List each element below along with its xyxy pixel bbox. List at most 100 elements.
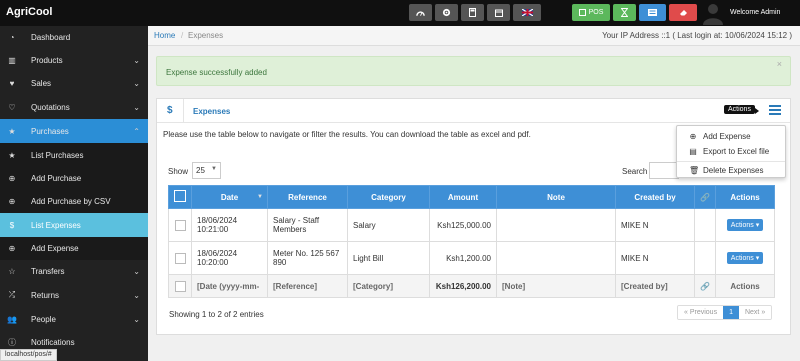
sidebar-item-quotations[interactable]: ♡ Quotations ⌄ <box>0 96 148 118</box>
avatar[interactable] <box>701 1 725 25</box>
actions-menu-icon[interactable] <box>769 105 781 115</box>
star-outline-icon: ☆ <box>8 266 16 276</box>
barcode-icon: ▥ <box>8 55 16 65</box>
sidebar-item-transfers[interactable]: ☆ Transfers ⌄ <box>0 260 148 282</box>
row-select-cell <box>168 208 192 242</box>
clear-cache-button[interactable] <box>669 4 697 21</box>
table-row: 18/06/2024 10:21:00 Salary - Staff Member… <box>168 208 775 242</box>
sidebar-item-label: Quotations <box>31 102 70 112</box>
welcome-user[interactable]: Welcome Admin <box>730 9 780 16</box>
sidebar-item-sales[interactable]: ♥ Sales ⌄ <box>0 72 148 94</box>
column-label: Actions <box>730 192 760 202</box>
top-navbar: AgriCool POS Welcome Admin <box>0 0 800 26</box>
table-row: 18/06/2024 10:20:00 Meter No. 125 567 890… <box>168 241 775 275</box>
sidebar: ◔ Dashboard ▥ Products ⌄ ♥ Sales ⌄ ♡ Quo… <box>0 26 148 361</box>
footer-date-filter[interactable]: [Date (yyyy-mm- <box>191 274 268 298</box>
column-label: Note <box>547 192 565 202</box>
footer-note-filter[interactable]: [Note] <box>496 274 616 298</box>
sidebar-item-returns[interactable]: ⤮ Returns ⌄ <box>0 284 148 306</box>
sidebar-item-label: Products <box>31 55 63 65</box>
close-icon[interactable]: × <box>777 59 782 69</box>
sidebar-item-purchases[interactable]: ★ Purchases ⌃ <box>0 119 148 143</box>
select-all-header[interactable] <box>168 185 192 209</box>
column-note[interactable]: Note <box>496 185 616 209</box>
chevron-up-icon: ⌃ <box>133 126 140 136</box>
trash-icon: 🗑 <box>689 166 700 175</box>
menu-item-delete-expenses[interactable]: 🗑 Delete Expenses <box>677 163 785 178</box>
sidebar-item-label: Dashboard <box>31 32 71 42</box>
column-category[interactable]: Category <box>347 185 430 209</box>
sidebar-item-dashboard[interactable]: ◔ Dashboard <box>0 26 148 48</box>
sidebar-item-label: Add Purchase <box>31 174 82 183</box>
brand-logo[interactable]: AgriCool <box>6 6 52 18</box>
menu-item-label: Add Expense <box>703 132 751 141</box>
page-size-value: 25 <box>196 166 205 175</box>
sidebar-item-add-purchase-csv[interactable]: ⊕ Add Purchase by CSV <box>0 190 148 213</box>
calendar-button[interactable] <box>487 4 510 21</box>
row-checkbox[interactable] <box>174 252 186 264</box>
date-text: 18/06/2024 <box>197 216 238 225</box>
panel-header: $ Expenses Actions <box>157 99 790 123</box>
menu-item-add-expense[interactable]: ⊕ Add Expense <box>677 129 785 144</box>
sidebar-item-list-purchases[interactable]: ★ List Purchases <box>0 143 148 167</box>
column-attachment: 🔗 <box>694 185 716 209</box>
heart-outline-icon: ♡ <box>8 102 16 112</box>
dollar-icon: $ <box>9 220 15 230</box>
settings-icon <box>442 8 451 17</box>
sidebar-item-products[interactable]: ▥ Products ⌄ <box>0 49 148 71</box>
footer-attachment-cell: 🔗 <box>694 274 716 298</box>
sidebar-item-label: Notifications <box>31 337 75 347</box>
column-date[interactable]: Date ▼ <box>191 185 268 209</box>
footer-reference-filter[interactable]: [Reference] <box>267 274 348 298</box>
hourglass-button[interactable] <box>613 4 636 21</box>
sidebar-item-label: Purchases <box>31 126 69 136</box>
chevron-down-icon: ⌄ <box>133 290 140 300</box>
footer-category-filter[interactable]: [Category] <box>347 274 430 298</box>
menu-item-export-excel[interactable]: ▤ Export to Excel file <box>677 144 785 159</box>
pos-button[interactable]: POS <box>572 4 610 21</box>
actions-dropdown-menu: ⊕ Add Expense ▤ Export to Excel file 🗑 D… <box>676 125 786 178</box>
sidebar-item-people[interactable]: 👥 People ⌄ <box>0 308 148 330</box>
calculator-icon <box>469 8 476 17</box>
dashboard-button[interactable] <box>409 4 432 21</box>
date-cell: 18/06/2024 10:20:00 <box>191 241 268 275</box>
time-text: 10:20:00 <box>197 258 229 267</box>
caret-down-icon: ▾ <box>755 255 760 262</box>
column-reference[interactable]: Reference <box>267 185 348 209</box>
breadcrumb-home-link[interactable]: Home <box>154 31 175 40</box>
language-button[interactable] <box>513 4 541 21</box>
footer-actions-label: Actions <box>715 274 775 298</box>
pagination-next[interactable]: Next » <box>738 306 772 319</box>
star-icon: ★ <box>8 126 16 136</box>
caret-down-icon: ▼ <box>211 166 217 172</box>
sidebar-item-list-expenses[interactable]: $ List Expenses <box>0 213 148 237</box>
sidebar-item-add-expense[interactable]: ⊕ Add Expense <box>0 237 148 260</box>
sidebar-item-add-purchase[interactable]: ⊕ Add Purchase <box>0 167 148 190</box>
select-all-checkbox[interactable] <box>174 190 186 202</box>
settings-button[interactable] <box>435 4 458 21</box>
footer-checkbox <box>174 280 186 292</box>
column-actions: Actions <box>715 185 775 209</box>
reference-cell: Meter No. 125 567 890 <box>267 241 348 275</box>
search-input[interactable] <box>649 162 679 179</box>
note-cell <box>496 241 616 275</box>
list-button[interactable] <box>639 4 666 21</box>
row-checkbox[interactable] <box>174 219 186 231</box>
column-amount[interactable]: Amount <box>429 185 497 209</box>
header-divider <box>183 99 184 123</box>
page-size-select[interactable]: 25 ▼ <box>192 162 221 179</box>
footer-created-by-filter[interactable]: [Created by] <box>615 274 695 298</box>
chevron-down-icon: ⌄ <box>133 314 140 324</box>
pagination-page-1[interactable]: 1 <box>723 306 739 319</box>
row-actions-button[interactable]: Actions ▾ <box>726 219 764 231</box>
table-footer-row: [Date (yyyy-mm- [Reference] [Category] K… <box>168 274 775 298</box>
sidebar-item-label: List Purchases <box>31 150 84 160</box>
row-actions-button[interactable]: Actions ▾ <box>726 252 764 264</box>
pagination-previous[interactable]: « Previous <box>678 306 724 319</box>
breadcrumb-current: Expenses <box>188 31 224 40</box>
actions-tooltip: Actions <box>724 105 759 114</box>
plus-circle-icon: ⊕ <box>8 244 16 253</box>
attachment-cell <box>694 241 716 275</box>
calculator-button[interactable] <box>461 4 484 21</box>
column-created-by[interactable]: Created by <box>615 185 695 209</box>
